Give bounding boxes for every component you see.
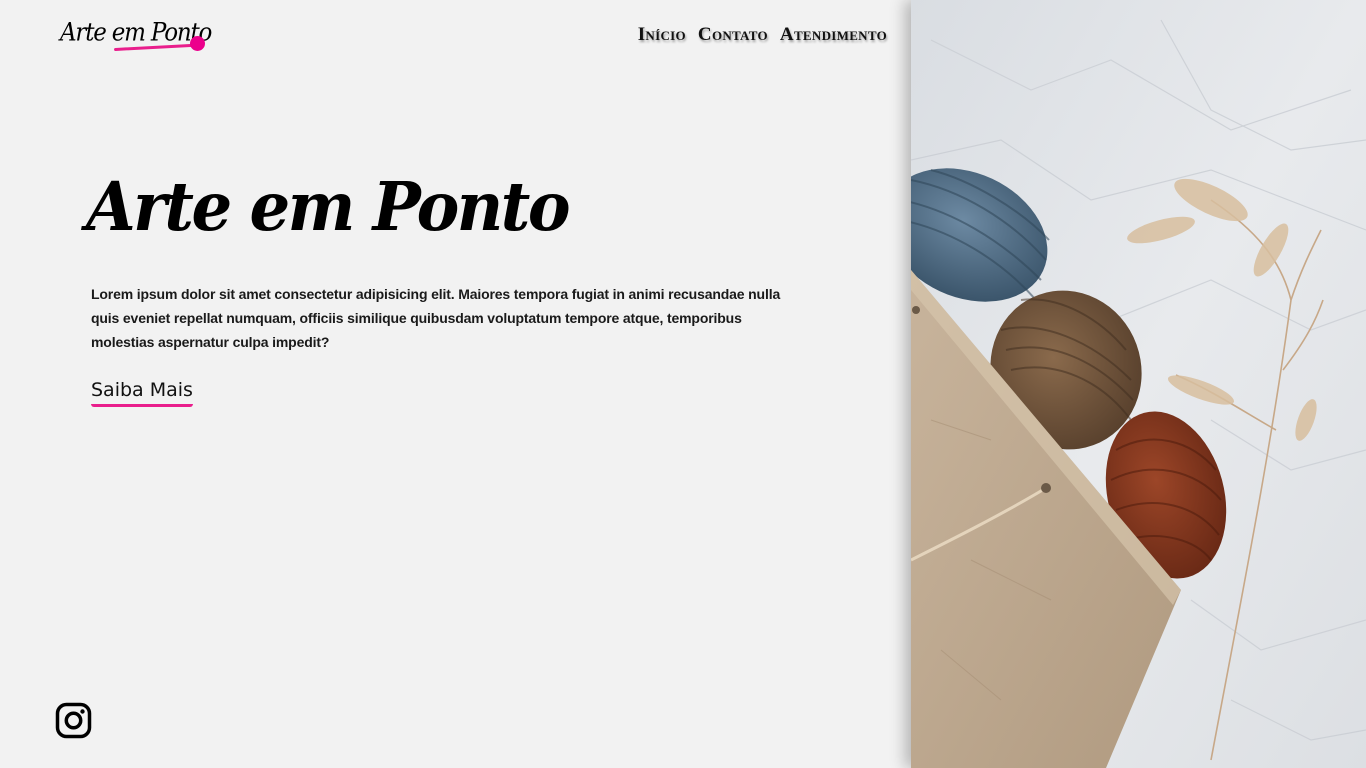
saiba-mais-link[interactable]: Saiba Mais bbox=[91, 378, 193, 407]
logo-dot-icon bbox=[190, 36, 205, 51]
page: Arte em Ponto Início Contato Atendimento… bbox=[0, 0, 1366, 768]
nav-contato[interactable]: Contato bbox=[698, 24, 768, 46]
content-panel: Arte em Ponto Início Contato Atendimento… bbox=[0, 0, 911, 768]
logo-link[interactable]: Arte em Ponto bbox=[58, 17, 212, 57]
hero-title: Arte em Ponto bbox=[86, 168, 571, 247]
main-nav: Início Contato Atendimento bbox=[638, 24, 887, 46]
instagram-link[interactable] bbox=[55, 702, 92, 739]
hero-description: Lorem ipsum dolor sit amet consectetur a… bbox=[91, 286, 781, 350]
yarn-photo bbox=[911, 0, 1366, 768]
nav-atendimento[interactable]: Atendimento bbox=[780, 24, 887, 46]
hero-image bbox=[911, 0, 1366, 768]
logo-text: Arte em Ponto bbox=[60, 19, 212, 48]
nav-inicio[interactable]: Início bbox=[638, 24, 686, 46]
instagram-icon bbox=[55, 702, 92, 739]
